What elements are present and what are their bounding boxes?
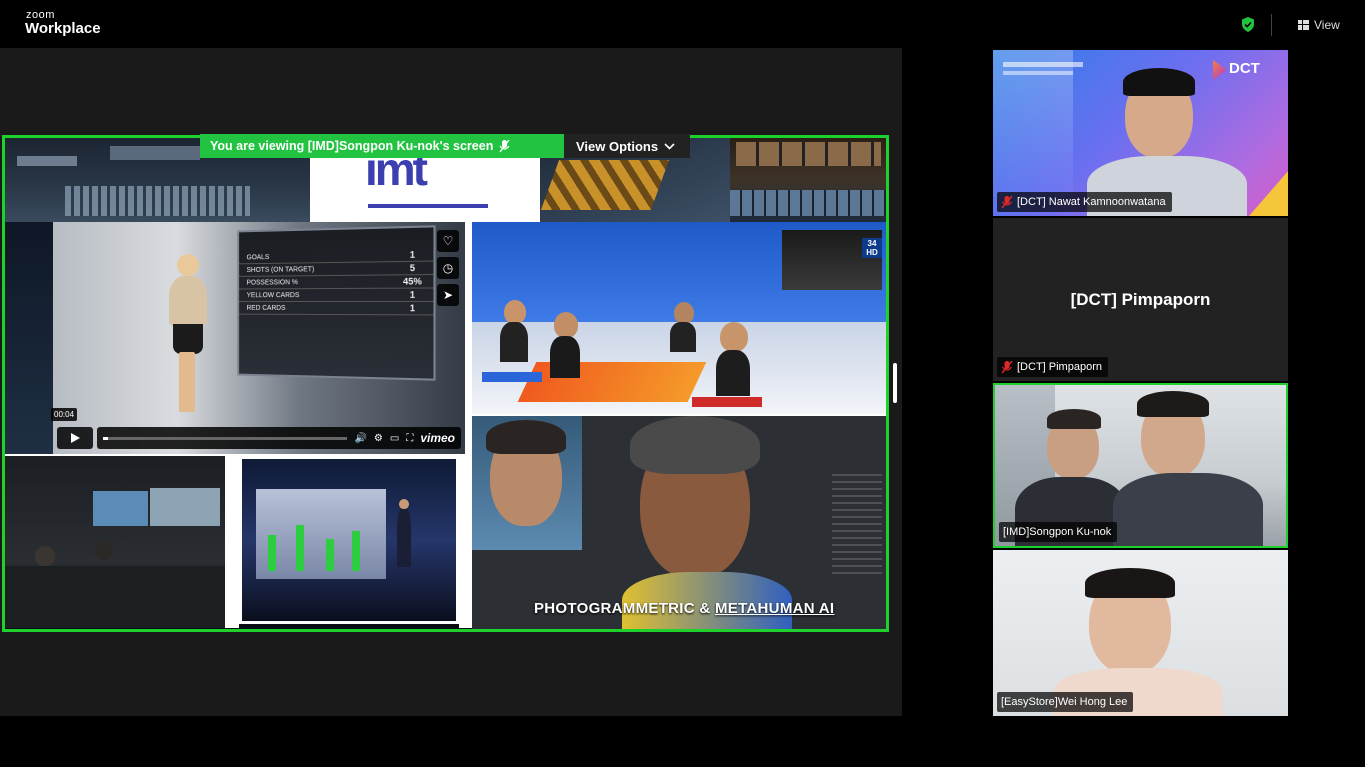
participant-name: [DCT] Nawat Kamnoonwatana (1017, 196, 1166, 208)
presenter-figure (177, 254, 199, 276)
participant-name: [DCT] Pimpaporn (1017, 361, 1102, 373)
workplace-logo-text: Workplace (25, 20, 101, 37)
panel-splitter-handle[interactable] (893, 363, 897, 403)
studio-chart-presentation-image (239, 456, 459, 624)
participant-name-tag: [IMD]Songpon Ku-nok (999, 522, 1118, 542)
view-options-label: View Options (576, 138, 659, 154)
view-button[interactable]: View (1298, 16, 1340, 34)
viewing-notice: You are viewing [IMD]Songpon Ku-nok's sc… (200, 134, 564, 158)
share-video-button[interactable]: ➤ (437, 284, 459, 306)
volume-icon[interactable]: 🔊 (354, 433, 366, 444)
monitor-wall-image (730, 138, 886, 222)
control-room-image (5, 456, 225, 628)
studio-side-image (5, 222, 53, 454)
progress-fill (103, 436, 108, 440)
view-label: View (1314, 18, 1340, 32)
participant-display-name: [DCT] Pimpaporn (1070, 290, 1211, 309)
settings-gear-icon[interactable]: ⚙ (374, 433, 383, 444)
chevron-down-icon (664, 142, 675, 150)
fullscreen-icon[interactable]: ⛶ (406, 433, 413, 444)
view-options-button[interactable]: View Options (564, 134, 690, 158)
toolbar-divider (1271, 14, 1272, 36)
photogrammetric-caption: PHOTOGRAMMETRIC & METAHUMAN AI (534, 600, 835, 617)
mic-muted-icon (1001, 360, 1013, 373)
shield-check-icon[interactable] (1241, 17, 1255, 32)
participant-name-tag: [DCT] Pimpaporn (997, 357, 1108, 377)
participant-tile[interactable]: DCT [DCT] Nawat Kamnoonwatana (993, 50, 1288, 216)
watch-later-button[interactable]: ◷ (437, 257, 459, 279)
share-banner: You are viewing [IMD]Songpon Ku-nok's sc… (200, 134, 690, 158)
participant-name: [EasyStore]Wei Hong Lee (1001, 696, 1128, 708)
pip-icon[interactable]: ▭ (390, 433, 399, 444)
presenter-body (169, 276, 207, 326)
participant-tile[interactable]: [DCT] Pimpaporn [DCT] Pimpaporn (993, 218, 1288, 381)
shared-screen[interactable]: imt GOALS 1 SHOTS (ON TARGET) 5 POSSESSION… (2, 135, 889, 632)
participant-name-tag: [EasyStore]Wei Hong Lee (997, 692, 1134, 712)
top-bar: zoom Workplace View (0, 0, 1365, 48)
video-time-label: 00:04 (51, 408, 78, 421)
dct-brand-logo: DCT (1229, 60, 1260, 77)
scoreboard-graphic: GOALS 1 SHOTS (ON TARGET) 5 POSSESSION % 45… (237, 225, 436, 381)
photogrammetric-metahuman-image (472, 414, 886, 629)
progress-track[interactable] (103, 436, 348, 440)
video-controls: 🔊 ⚙ ▭ ⛶ vimeo (57, 426, 461, 450)
participant-tile-active-speaker[interactable]: [IMD]Songpon Ku-nok (993, 383, 1288, 548)
play-button[interactable] (57, 427, 93, 449)
viewing-text: You are viewing [IMD]Songpon Ku-nok's sc… (210, 139, 494, 153)
participant-name: [IMD]Songpon Ku-nok (1003, 526, 1112, 538)
participant-tile[interactable]: [EasyStore]Wei Hong Lee (993, 550, 1288, 716)
video-scrubber: 🔊 ⚙ ▭ ⛶ vimeo (97, 427, 461, 449)
virtual-news-avatars-image: 34 HD (472, 222, 886, 414)
vimeo-logo[interactable]: vimeo (420, 431, 455, 445)
participant-name-tag: [DCT] Nawat Kamnoonwatana (997, 192, 1172, 212)
mic-off-icon (499, 139, 510, 152)
mic-muted-icon (1001, 195, 1013, 208)
dct-logo-icon (1213, 60, 1227, 80)
channel-badge: 34 HD (862, 238, 882, 258)
grid-view-icon (1298, 20, 1309, 30)
like-button[interactable]: ♡ (437, 230, 459, 252)
